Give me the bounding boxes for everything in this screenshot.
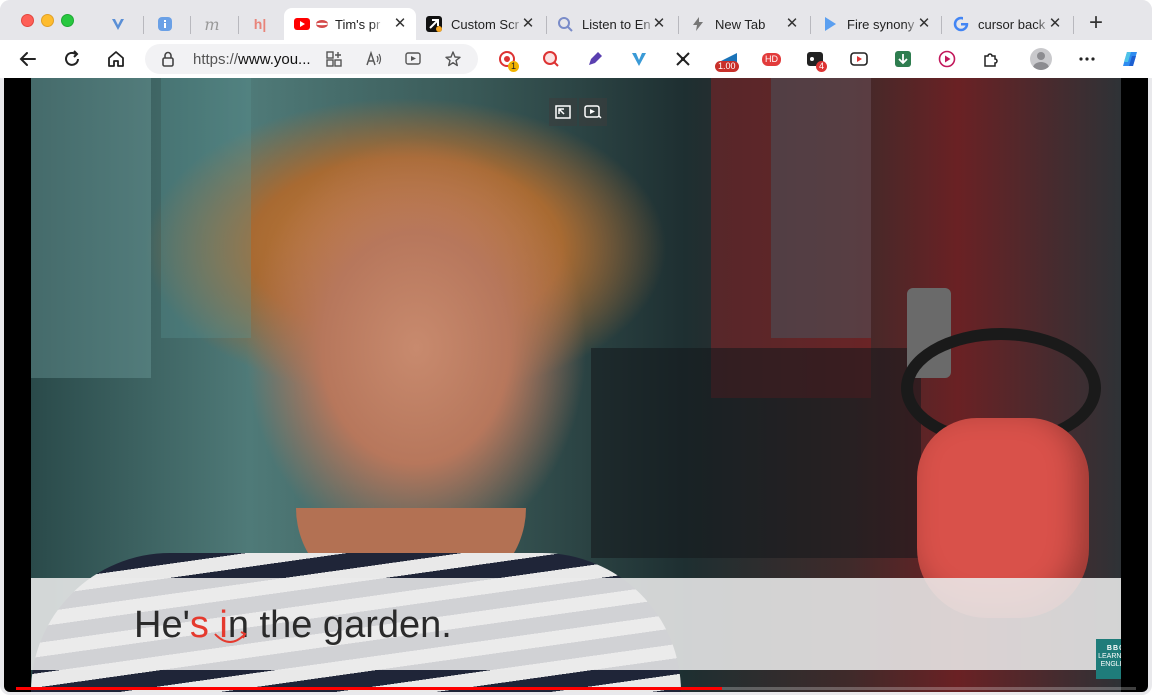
video-player[interactable]: i He's in the garden. BBC LEARNING ENGLI… [31, 78, 1121, 692]
close-tab-icon[interactable]: ✕ [916, 16, 932, 32]
google-icon [953, 16, 969, 32]
tab-vee[interactable] [110, 8, 140, 40]
video-progress-fill [16, 687, 722, 690]
tab-m[interactable]: m [204, 8, 234, 40]
speed-icon[interactable]: 1.00 [715, 50, 741, 72]
tab-title: Tim's pr [335, 16, 381, 32]
new-tab-button[interactable]: + [1084, 11, 1108, 36]
video-pip-icon[interactable] [404, 50, 422, 68]
search-icon [557, 16, 573, 32]
tab-custom-scr[interactable]: Custom Scr ✕ [426, 8, 544, 40]
back-button[interactable] [16, 47, 40, 71]
video-ext-icon[interactable] [850, 50, 868, 68]
picture-in-picture-button[interactable] [579, 98, 607, 126]
play-ext-icon[interactable] [938, 50, 956, 68]
home-button[interactable] [104, 47, 128, 71]
play-icon [822, 16, 838, 32]
tab-google[interactable]: cursor back ✕ [953, 8, 1071, 40]
dots-ext-icon[interactable]: 4 [806, 50, 828, 72]
copilot-icon[interactable] [1118, 47, 1142, 71]
info-icon [157, 16, 173, 32]
more-dots-icon [1079, 57, 1095, 61]
close-tab-icon[interactable]: ✕ [392, 16, 408, 32]
hd-icon[interactable]: HD [762, 50, 782, 68]
caption-text: He's in the garden. [134, 604, 452, 646]
exit-pip-button[interactable] [549, 98, 577, 126]
lock-icon[interactable] [159, 50, 177, 68]
tab-youtube[interactable]: Tim's pr ✕ [284, 8, 416, 40]
pip-play-icon [584, 105, 602, 119]
download-icon[interactable] [894, 50, 912, 68]
close-tab-icon[interactable]: ✕ [520, 16, 536, 32]
tab-title: Fire synony [847, 16, 915, 32]
maximize-window-button[interactable] [61, 14, 74, 27]
arrow-icon [426, 16, 442, 32]
profile-icon [1033, 52, 1049, 70]
vee-ext-icon[interactable] [630, 50, 648, 68]
tab-title: Listen to En [582, 16, 651, 32]
favorite-star-icon[interactable] [444, 50, 462, 68]
tab-title: Custom Scr [451, 16, 519, 32]
vee-icon [110, 16, 126, 32]
apps-grid-icon[interactable] [325, 50, 343, 68]
exit-pip-icon [555, 105, 571, 119]
linking-arc-icon [214, 631, 247, 643]
tab-fire-synonym[interactable]: Fire synony ✕ [822, 8, 940, 40]
read-aloud-icon[interactable] [365, 50, 383, 68]
youtube-icon [294, 16, 310, 32]
tab-info[interactable] [157, 8, 187, 40]
close-tab-icon[interactable]: ✕ [651, 16, 667, 32]
hj-icon: h| [253, 16, 267, 32]
video-progress-bar[interactable] [16, 687, 1136, 690]
tab-new-tab[interactable]: New Tab ✕ [690, 8, 808, 40]
m-letter-icon: m [204, 14, 220, 34]
home-icon [108, 51, 124, 67]
back-arrow-icon [19, 52, 36, 66]
bbc-learning-english-logo: BBC LEARNING ENGLISH [1096, 639, 1121, 679]
tab-strip: m h| Tim's pr ✕ Custom Scr ✕ Listen to E… [0, 0, 1152, 42]
reload-icon [65, 50, 79, 66]
close-tab-icon[interactable]: ✕ [1047, 16, 1063, 32]
caption-band: He's in the garden. [31, 578, 1121, 670]
more-menu-button[interactable] [1078, 50, 1096, 68]
address-bar[interactable]: https://www.you... [145, 44, 478, 74]
puzzle-icon[interactable] [982, 50, 1000, 68]
tab-title: New Tab [715, 16, 766, 32]
avatar[interactable] [1030, 48, 1052, 70]
tab-title: cursor back [978, 16, 1046, 32]
toolbar: https://www.you... 1 1.00 HD 4 [0, 40, 1152, 78]
record-icon[interactable]: 1 [498, 50, 520, 72]
note-icon[interactable] [586, 50, 604, 68]
speaker-icon [314, 16, 330, 32]
search-ext-icon[interactable] [542, 50, 560, 68]
browser-window: m h| Tim's pr ✕ Custom Scr ✕ Listen to E… [0, 0, 1152, 695]
shuffle-icon[interactable] [674, 50, 692, 68]
minimize-window-button[interactable] [41, 14, 54, 27]
close-tab-icon[interactable]: ✕ [784, 16, 800, 32]
close-window-button[interactable] [21, 14, 34, 27]
bolt-icon [690, 16, 706, 32]
reload-button[interactable] [60, 47, 84, 71]
url-text: https://www.you... [193, 51, 311, 68]
tab-hj[interactable]: h| [252, 8, 282, 40]
page-content: i He's in the garden. BBC LEARNING ENGLI… [4, 78, 1148, 692]
tab-listen[interactable]: Listen to En ✕ [557, 8, 675, 40]
